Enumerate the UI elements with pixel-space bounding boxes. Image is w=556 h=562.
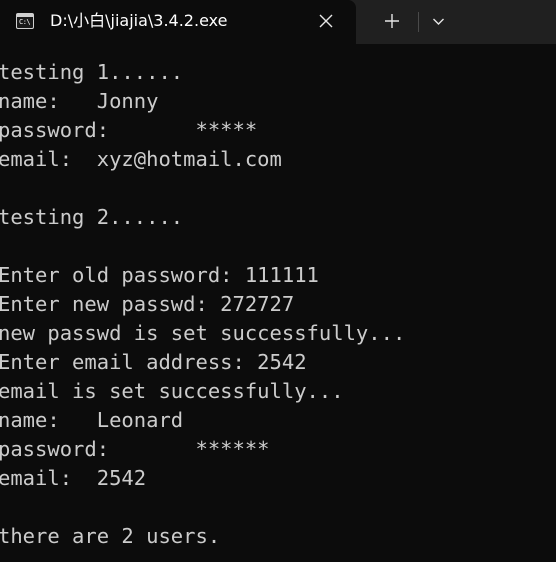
console-line: email is set successfully... (0, 379, 344, 403)
tab-separator (418, 12, 419, 32)
console-line: Enter old password: 111111 (0, 263, 319, 287)
console-line: there are 2 users. (0, 524, 221, 548)
console-output[interactable]: testing 1...... name: Jonny password: ****… (0, 44, 556, 562)
console-line: new passwd is set successfully... (0, 321, 406, 345)
terminal-window: C:\ D:\小白\jiajia\3.4.2.exe testing 1....… (0, 0, 556, 562)
console-line: name: Leonard (0, 408, 184, 432)
terminal-icon: C:\ (16, 13, 34, 29)
tab-bar: C:\ D:\小白\jiajia\3.4.2.exe (0, 0, 556, 44)
console-line: Enter email address: 2542 (0, 350, 307, 374)
console-line: password: ***** (0, 118, 258, 142)
console-line: name: Jonny (0, 89, 159, 113)
plus-icon (385, 14, 399, 28)
terminal-icon-label: C:\ (19, 18, 31, 26)
console-line: testing 2...... (0, 205, 184, 229)
console-lines: testing 1...... name: Jonny password: ****… (0, 58, 405, 551)
tab-active[interactable]: C:\ D:\小白\jiajia\3.4.2.exe (0, 0, 356, 44)
tab-title: D:\小白\jiajia\3.4.2.exe (50, 11, 228, 30)
console-line: email: 2542 (0, 466, 147, 490)
console-line: password: ****** (0, 437, 270, 461)
console-line: testing 1...... (0, 60, 184, 84)
chevron-down-icon (432, 18, 444, 25)
new-tab-button[interactable] (374, 4, 410, 38)
close-icon (319, 14, 333, 28)
console-line: Enter new passwd: 272727 (0, 292, 295, 316)
console-line: email: xyz@hotmail.com (0, 147, 282, 171)
tab-close-button[interactable] (308, 4, 344, 38)
profile-dropdown-button[interactable] (424, 4, 452, 38)
